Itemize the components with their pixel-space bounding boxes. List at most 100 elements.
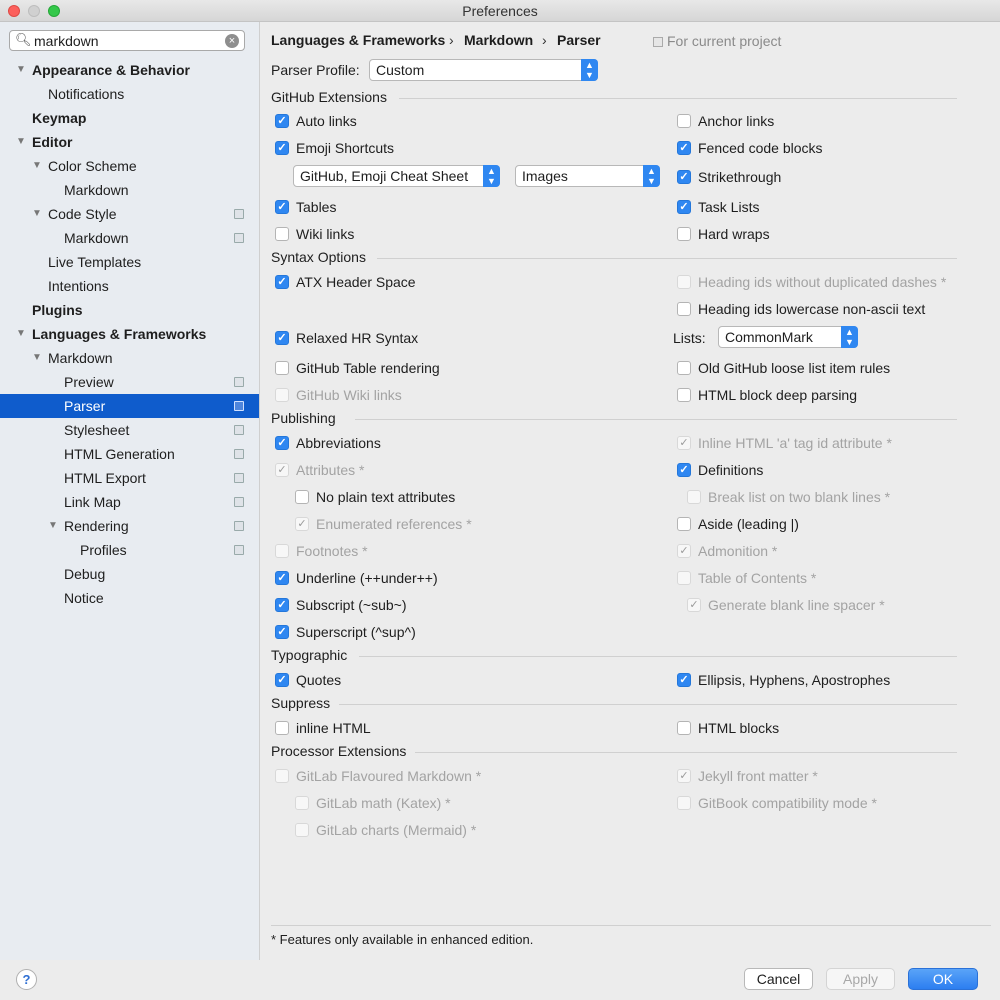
tree-item-link-map[interactable]: Link Map	[0, 490, 259, 514]
checkbox-box[interactable]	[275, 200, 289, 214]
checkbox-box[interactable]	[677, 227, 691, 241]
minimize-window-button[interactable]	[28, 5, 40, 17]
project-scope-icon	[234, 497, 244, 507]
tree-item-notifications[interactable]: Notifications	[0, 82, 259, 106]
tree-item-profiles[interactable]: Profiles	[0, 538, 259, 562]
tree-item-html-export[interactable]: HTML Export	[0, 466, 259, 490]
checkbox-box[interactable]	[677, 388, 691, 402]
settings-search-field[interactable]: 🔍︎ markdown ×	[9, 30, 245, 51]
checkbox-box[interactable]	[275, 114, 289, 128]
emoji-shortcuts-dropdown[interactable]: GitHub, Emoji Cheat Sheet ▲ ▼	[293, 165, 500, 187]
tree-item-stylesheet[interactable]: Stylesheet	[0, 418, 259, 442]
separator	[377, 258, 957, 259]
expand-arrow-icon[interactable]: ▼	[32, 202, 42, 226]
checkbox-box[interactable]	[275, 361, 289, 375]
project-scope-icon	[234, 233, 244, 243]
tree-item-editor[interactable]: ▼ Editor	[0, 130, 259, 154]
tree-item-markdown[interactable]: Markdown	[0, 226, 259, 250]
checkbox-box[interactable]	[275, 227, 289, 241]
tree-item-html-generation[interactable]: HTML Generation	[0, 442, 259, 466]
checkbox-label: No plain text attributes	[316, 489, 456, 505]
section-title: Syntax Options	[271, 249, 366, 265]
search-input[interactable]: markdown	[34, 33, 99, 49]
section-typographic: Typographic	[271, 647, 961, 665]
tree-item-label: Preview	[64, 374, 114, 390]
checkbox-label: Attributes *	[296, 462, 365, 478]
breadcrumb-markdown: Markdown	[464, 32, 534, 48]
checkbox-box[interactable]	[677, 721, 691, 735]
tree-item-languages-frameworks[interactable]: ▼ Languages & Frameworks	[0, 322, 259, 346]
checkbox-box	[677, 796, 691, 810]
tree-item-intentions[interactable]: Intentions	[0, 274, 259, 298]
checkbox-box[interactable]	[275, 275, 289, 289]
tree-item-markdown[interactable]: ▼ Markdown	[0, 346, 259, 370]
close-window-button[interactable]	[8, 5, 20, 17]
checkbox-label: Table of Contents *	[698, 570, 817, 586]
tree-item-label: Markdown	[48, 350, 113, 366]
checkbox-box[interactable]	[677, 141, 691, 155]
expand-arrow-icon[interactable]: ▼	[16, 58, 26, 82]
checkbox-box	[295, 823, 309, 837]
checkbox-box[interactable]	[677, 302, 691, 316]
tree-item-rendering[interactable]: ▼ Rendering	[0, 514, 259, 538]
parser-profile-dropdown[interactable]: Custom ▲ ▼	[369, 59, 598, 81]
tree-item-label: Markdown	[64, 182, 129, 198]
checkbox-box[interactable]	[275, 436, 289, 450]
checkbox-box[interactable]	[677, 517, 691, 531]
tree-item-live-templates[interactable]: Live Templates	[0, 250, 259, 274]
clear-search-icon[interactable]: ×	[225, 34, 239, 48]
emoji-shortcuts-value: GitHub, Emoji Cheat Sheet	[300, 168, 469, 184]
tree-item-color-scheme[interactable]: ▼ Color Scheme	[0, 154, 259, 178]
dialog-button-bar: ? Cancel Apply OK	[0, 960, 1000, 1000]
checkbox-box	[677, 544, 691, 558]
tree-item-plugins[interactable]: Plugins	[0, 298, 259, 322]
checkbox-box[interactable]	[275, 625, 289, 639]
tree-item-code-style[interactable]: ▼ Code Style	[0, 202, 259, 226]
checkbox-box[interactable]	[677, 200, 691, 214]
checkbox-box[interactable]	[677, 361, 691, 375]
tree-item-parser[interactable]: Parser	[0, 394, 259, 418]
tree-item-appearance-behavior[interactable]: ▼ Appearance & Behavior	[0, 58, 259, 82]
apply-button[interactable]: Apply	[826, 968, 895, 990]
expand-arrow-icon[interactable]: ▼	[48, 514, 58, 538]
checkbox-box[interactable]	[275, 673, 289, 687]
dropdown-arrows-icon: ▲ ▼	[483, 165, 500, 187]
checkbox-box[interactable]	[275, 571, 289, 585]
checkbox-label: Subscript (~sub~)	[296, 597, 407, 613]
checkbox-label: inline HTML	[296, 720, 371, 736]
tree-item-preview[interactable]: Preview	[0, 370, 259, 394]
expand-arrow-icon[interactable]: ▼	[16, 322, 26, 346]
expand-arrow-icon[interactable]: ▼	[32, 154, 42, 178]
separator	[339, 704, 957, 705]
checkbox-box[interactable]	[677, 114, 691, 128]
project-scope-icon	[234, 425, 244, 435]
checkbox-box[interactable]	[275, 141, 289, 155]
expand-arrow-icon[interactable]: ▼	[32, 346, 42, 370]
tree-item-debug[interactable]: Debug	[0, 562, 259, 586]
ok-button[interactable]: OK	[908, 968, 978, 990]
emoji-image-type-dropdown[interactable]: Images ▲ ▼	[515, 165, 660, 187]
separator	[415, 752, 957, 753]
tree-item-markdown[interactable]: Markdown	[0, 178, 259, 202]
checkbox-box[interactable]	[275, 721, 289, 735]
help-button[interactable]: ?	[16, 969, 37, 990]
zoom-window-button[interactable]	[48, 5, 60, 17]
cancel-button[interactable]: Cancel	[744, 968, 813, 990]
checkbox-box[interactable]	[275, 331, 289, 345]
checkbox-box[interactable]	[677, 673, 691, 687]
checkbox-box[interactable]	[677, 170, 691, 184]
checkbox-label: Enumerated references *	[316, 516, 472, 532]
checkbox-box[interactable]	[295, 490, 309, 504]
tree-item-label: Editor	[32, 134, 73, 150]
parser-settings-panel: Languages & Frameworks › Markdown › Pars…	[261, 22, 1000, 960]
checkbox-box[interactable]	[677, 463, 691, 477]
tree-item-notice[interactable]: Notice	[0, 586, 259, 610]
checkbox-box[interactable]	[275, 598, 289, 612]
checkbox-label: Heading ids without duplicated dashes *	[698, 274, 947, 290]
lists-dropdown[interactable]: CommonMark ▲ ▼	[718, 326, 858, 348]
expand-arrow-icon[interactable]: ▼	[16, 130, 26, 154]
tree-item-keymap[interactable]: Keymap	[0, 106, 259, 130]
tree-item-label: HTML Generation	[64, 446, 175, 462]
tree-item-label: Debug	[64, 566, 106, 582]
tree-item-label: Rendering	[64, 518, 129, 534]
